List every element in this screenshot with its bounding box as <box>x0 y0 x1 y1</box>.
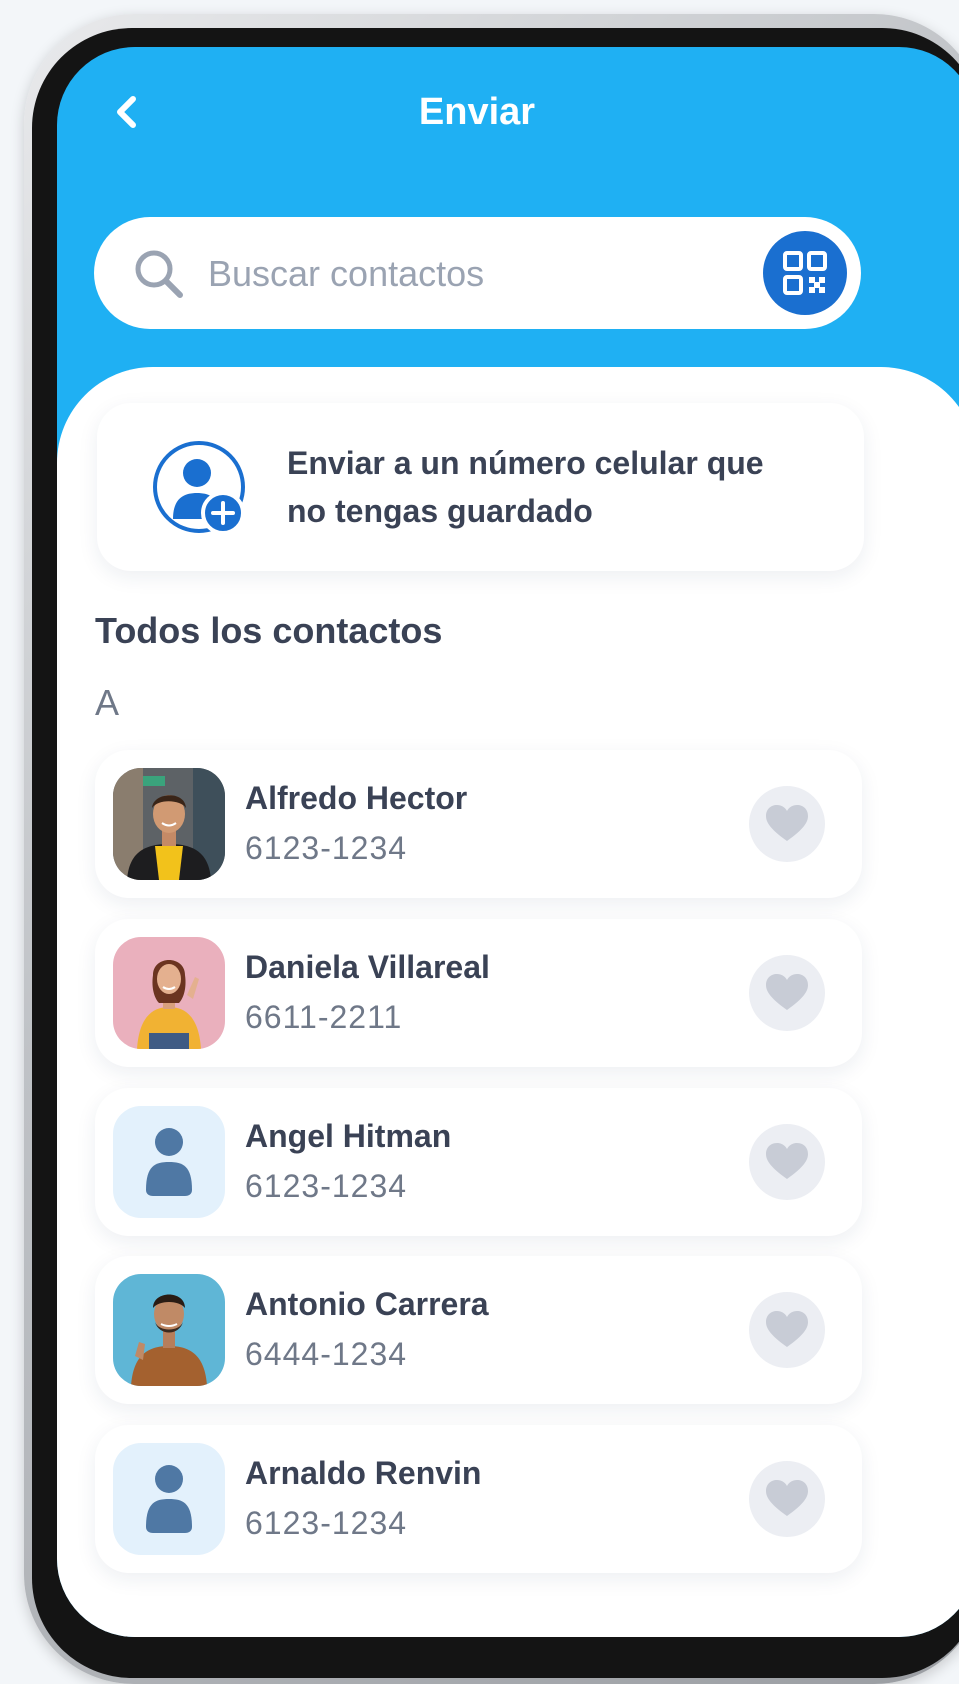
contact-phone: 6123-1234 <box>245 1168 408 1204</box>
favorite-button[interactable] <box>749 1292 825 1368</box>
contact-name: Daniela Villareal <box>245 949 490 985</box>
contact-phone: 6611-2211 <box>245 999 403 1035</box>
search-icon <box>135 250 183 298</box>
search-input[interactable] <box>206 247 750 301</box>
contact-row[interactable]: Angel Hitman 6123-1234 <box>95 1088 862 1236</box>
contact-phone: 6123-1234 <box>245 830 408 866</box>
contact-name: Alfredo Hector <box>245 780 468 816</box>
contact-phone: 6123-1234 <box>245 1505 408 1541</box>
favorite-button[interactable] <box>749 955 825 1031</box>
favorite-button[interactable] <box>749 1124 825 1200</box>
default-avatar <box>113 1443 225 1555</box>
phone-screen: Enviar Buscar contactos Enviar a un núme… <box>57 47 959 1637</box>
heart-icon <box>766 1311 808 1347</box>
default-avatar <box>113 1106 225 1218</box>
contact-row[interactable]: Arnaldo Renvin 6123-1234 <box>95 1425 862 1573</box>
section-title: Todos los contactos <box>95 610 443 651</box>
contact-row[interactable]: Antonio Carrera 6444-1234 <box>95 1256 862 1404</box>
qr-code-icon <box>783 251 827 295</box>
send-to-new-number-label: Enviar a un número celular que no tengas… <box>287 445 764 529</box>
app-header: Enviar <box>57 47 959 187</box>
contact-name: Arnaldo Renvin <box>245 1455 482 1491</box>
favorite-button[interactable] <box>749 786 825 862</box>
contact-row[interactable]: Alfredo Hector 6123-1234 <box>95 750 862 898</box>
avatar <box>113 1274 225 1386</box>
page-title: Enviar <box>418 91 536 133</box>
contact-name: Angel Hitman <box>245 1118 452 1154</box>
alphabet-letter-header: A <box>95 682 120 723</box>
search-bar <box>94 217 861 329</box>
add-person-icon <box>153 441 245 535</box>
send-to-new-number-card[interactable]: Enviar a un número celular que no tengas… <box>97 403 864 571</box>
favorite-button[interactable] <box>749 1461 825 1537</box>
heart-icon <box>766 805 808 841</box>
avatar <box>113 937 225 1049</box>
content-sheet: Enviar a un número celular que no tengas… <box>57 367 959 1637</box>
heart-icon <box>766 1480 808 1516</box>
heart-icon <box>766 974 808 1010</box>
contact-row[interactable]: Daniela Villareal 6611-2211 <box>95 919 862 1067</box>
qr-scan-button[interactable] <box>763 231 847 315</box>
contact-phone: 6444-1234 <box>245 1336 408 1372</box>
avatar <box>113 768 225 880</box>
contact-name: Antonio Carrera <box>245 1286 489 1322</box>
heart-icon <box>766 1143 808 1179</box>
